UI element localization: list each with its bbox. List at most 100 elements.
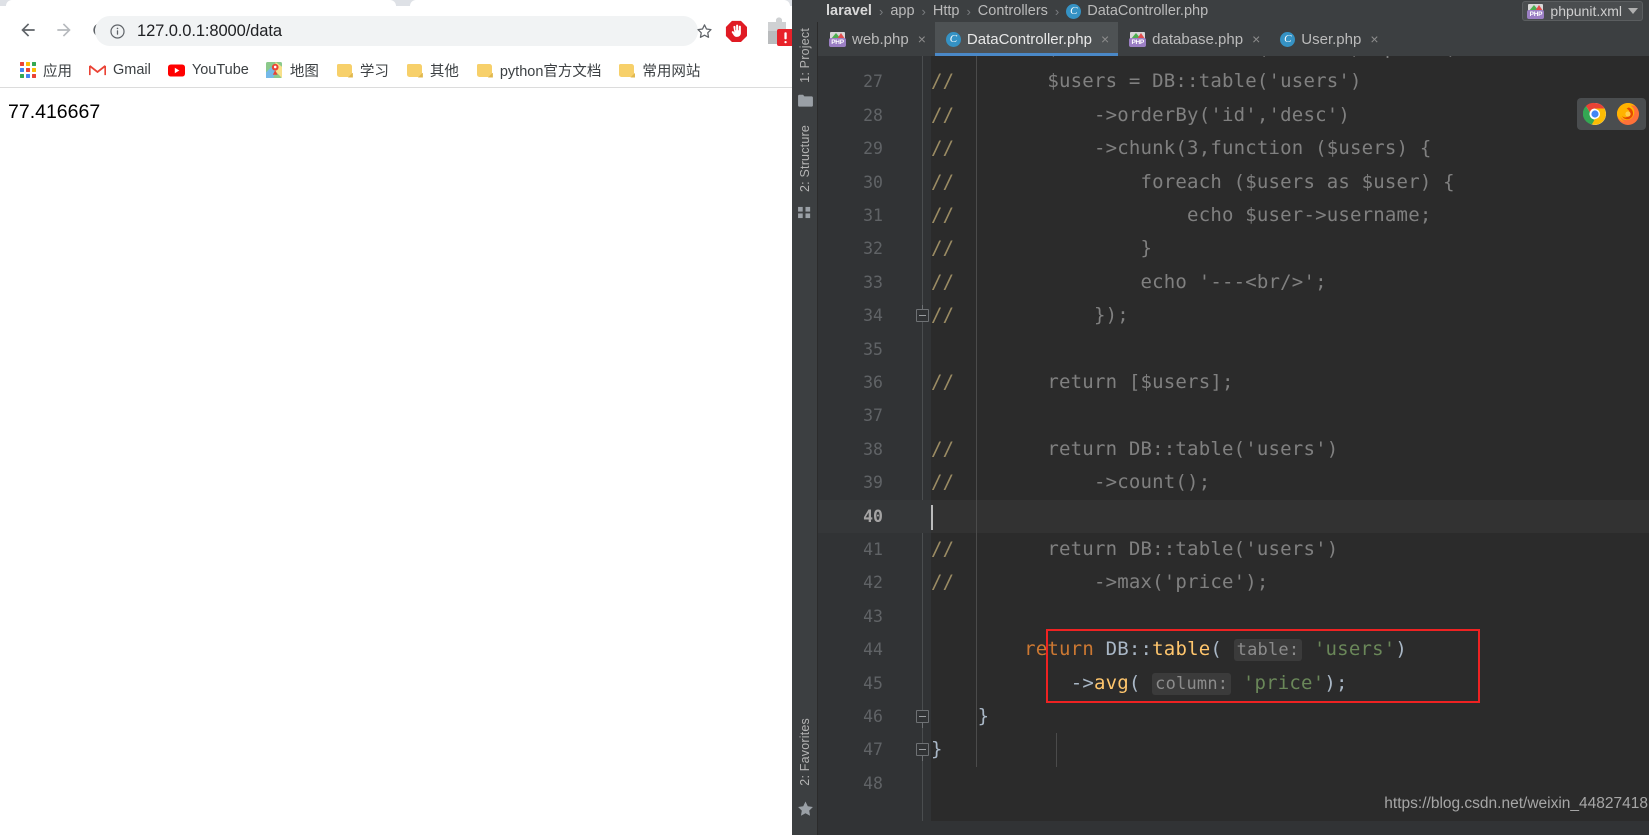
- extension-icon-with-alert[interactable]: [762, 15, 792, 49]
- run-configuration-selector[interactable]: PHP phpunit.xml: [1522, 1, 1643, 21]
- code-line[interactable]: // ->chunk(3,function ($users) {: [931, 132, 1649, 165]
- tab-web-php[interactable]: PHP web.php ×: [818, 22, 935, 56]
- adblock-extension-button[interactable]: [722, 17, 750, 45]
- code-fold-marker[interactable]: [916, 710, 929, 728]
- breadcrumb-separator: ›: [966, 3, 971, 19]
- indent-guide: [976, 56, 977, 767]
- bookmark-label: 应用: [43, 63, 72, 80]
- code-line[interactable]: // echo '---<br/>';: [931, 266, 1649, 299]
- sidebar-item-label: 2: Structure: [798, 125, 812, 193]
- site-info-icon[interactable]: [109, 23, 126, 40]
- sidebar-item-structure[interactable]: 2: Structure: [792, 120, 818, 198]
- chrome-icon[interactable]: [1583, 102, 1607, 126]
- bookmark-apps[interactable]: 应用: [12, 57, 79, 83]
- bookmark-label: python官方文档: [499, 63, 602, 80]
- line-number: 37: [863, 406, 883, 426]
- folder-icon: [618, 62, 635, 79]
- back-arrow-icon: [21, 23, 35, 37]
- php-class-icon: C: [1280, 31, 1296, 47]
- bookmark-folder-python-docs[interactable]: python官方文档: [469, 57, 609, 83]
- breadcrumb-item-laravel[interactable]: laravel: [826, 3, 872, 19]
- code-line[interactable]: ->avg( column: 'price');: [931, 667, 1649, 700]
- browser-toolbar: 127.0.0.1:8000/data: [0, 6, 792, 53]
- code-line[interactable]: // }: [931, 232, 1649, 265]
- code-line[interactable]: // foreach ($users as $user) {: [931, 166, 1649, 199]
- adblock-stop-hand-icon: [725, 20, 747, 42]
- line-number: 47: [863, 740, 883, 760]
- back-button[interactable]: [12, 14, 44, 46]
- code-line[interactable]: // ->orderBy('id','desc'): [931, 99, 1649, 132]
- code-line[interactable]: // });: [931, 299, 1649, 332]
- project-folder-icon[interactable]: [792, 90, 818, 110]
- bookmark-maps[interactable]: 地图: [259, 57, 326, 83]
- folder-icon: [406, 62, 423, 79]
- editor-gutter[interactable]: 26 27 28 29 30 31 32 33 34 35 36 37 38 39 40 41 42 43 44 45…: [818, 56, 931, 835]
- address-bar[interactable]: 127.0.0.1:8000/data: [95, 16, 698, 46]
- line-number: 32: [863, 239, 883, 259]
- tab-user-php[interactable]: C User.php ×: [1269, 22, 1387, 56]
- close-icon[interactable]: ×: [1370, 32, 1378, 46]
- bookmark-gmail[interactable]: Gmail: [82, 57, 158, 83]
- firefox-icon[interactable]: [1616, 102, 1640, 126]
- line-number: 34: [863, 306, 883, 326]
- code-line[interactable]: }: [931, 700, 1649, 733]
- line-number: 44: [863, 640, 883, 660]
- code-line[interactable]: // return DB::table('users'): [931, 533, 1649, 566]
- star-icon[interactable]: [792, 798, 818, 820]
- structure-icon[interactable]: [792, 202, 818, 222]
- line-number: 33: [863, 272, 883, 292]
- browser-launch-widget[interactable]: [1577, 98, 1646, 130]
- tab-label: DataController.php: [966, 30, 1092, 48]
- folder-icon: [336, 62, 353, 79]
- bookmark-label: YouTube: [191, 62, 249, 78]
- breadcrumb-item-controllers[interactable]: Controllers: [978, 3, 1048, 19]
- breadcrumb-item-http[interactable]: Http: [933, 3, 960, 19]
- sidebar-item-project[interactable]: 1: Project: [792, 24, 818, 86]
- code-line[interactable]: // echo $user->username;: [931, 199, 1649, 232]
- watermark-text: https://blog.csdn.net/weixin_44827418: [1384, 795, 1648, 812]
- code-editor[interactable]: 26 27 28 29 30 31 32 33 34 35 36 37 38 39 40 41 42 43 44 45…: [818, 56, 1649, 835]
- page-body-text: 77.416667: [8, 101, 101, 123]
- sidebar-item-label: 2: Favorites: [798, 718, 812, 786]
- tab-database-php[interactable]: PHP database.php ×: [1118, 22, 1269, 56]
- line-number: 38: [863, 439, 883, 459]
- close-icon[interactable]: ×: [918, 32, 926, 46]
- code-line[interactable]: // ->count();: [931, 466, 1649, 499]
- bookmark-folder-other[interactable]: 其他: [399, 57, 466, 83]
- code-line[interactable]: return DB::table( table: 'users'): [931, 633, 1649, 666]
- youtube-icon: [167, 62, 185, 79]
- text-caret: [931, 504, 933, 530]
- bookmark-folder-common-sites[interactable]: 常用网站: [611, 57, 707, 83]
- bookmark-star-button[interactable]: [690, 17, 718, 45]
- forward-button[interactable]: [48, 14, 80, 46]
- close-icon[interactable]: ×: [1101, 32, 1109, 46]
- tab-datacontroller-php[interactable]: C DataController.php ×: [934, 22, 1119, 56]
- code-line[interactable]: // $users = DB::table('users'): [931, 65, 1649, 98]
- sidebar-item-favorites[interactable]: 2: Favorites: [792, 710, 818, 794]
- line-number: 40: [863, 506, 883, 526]
- code-line[interactable]: // return [$users];: [931, 366, 1649, 399]
- close-icon[interactable]: ×: [1252, 32, 1260, 46]
- caret-line-highlight: [931, 499, 1649, 533]
- bookmark-label: 其他: [429, 63, 459, 80]
- run-configuration-label: phpunit.xml: [1550, 3, 1622, 19]
- breadcrumb-item-label: DataController.php: [1087, 3, 1209, 19]
- line-number: 28: [863, 105, 883, 125]
- indent-guide: [1056, 733, 1057, 767]
- code-fold-marker[interactable]: [916, 305, 929, 323]
- code-text-area[interactable]: // $users = DB::table('users')->pluck('u…: [931, 56, 1649, 835]
- code-line[interactable]: // return DB::table('users'): [931, 433, 1649, 466]
- code-fold-marker[interactable]: [916, 743, 929, 762]
- chevron-down-icon[interactable]: [1628, 8, 1638, 14]
- code-line[interactable]: // $users = DB::table('users')->pluck('u…: [931, 56, 1649, 65]
- breadcrumb-item-app[interactable]: app: [890, 3, 914, 19]
- bookmark-youtube[interactable]: YouTube: [161, 57, 256, 83]
- breadcrumb-item-datacontroller[interactable]: C DataController.php: [1066, 3, 1208, 19]
- line-number: 27: [863, 72, 883, 92]
- bookmark-folder-study[interactable]: 学习: [329, 57, 396, 83]
- code-line[interactable]: // ->max('price');: [931, 566, 1649, 599]
- line-number: 26: [863, 56, 883, 65]
- bookmark-label: 学习: [359, 63, 389, 80]
- line-number: 41: [863, 540, 883, 559]
- code-line[interactable]: }: [931, 733, 1649, 766]
